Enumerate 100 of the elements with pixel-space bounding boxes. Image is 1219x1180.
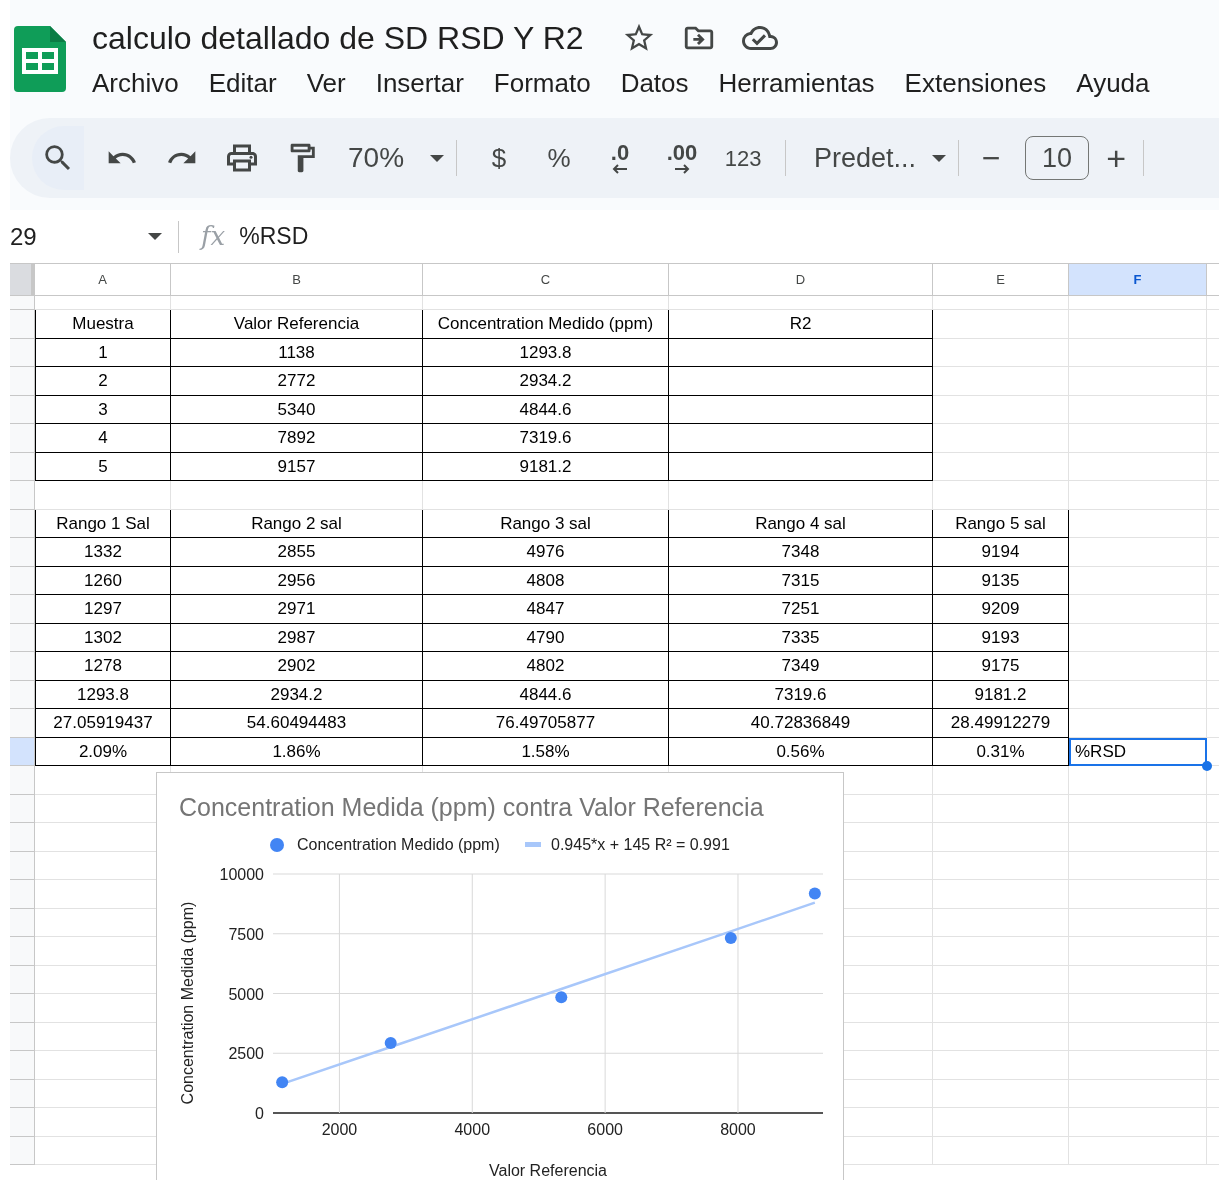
menu-item[interactable]: Ayuda <box>1076 64 1150 103</box>
decrease-decimals-button[interactable]: .0 <box>589 134 652 182</box>
table-cell: 1.86% <box>171 737 423 766</box>
currency-button[interactable]: $ <box>469 134 530 182</box>
spreadsheet-logo-icon[interactable] <box>14 26 66 94</box>
row-header[interactable] <box>10 937 35 966</box>
row-header[interactable] <box>10 310 35 339</box>
table-cell: 4808 <box>423 566 669 595</box>
row-header[interactable] <box>10 794 35 823</box>
grid-cell[interactable] <box>669 367 933 396</box>
row-header[interactable] <box>10 1022 35 1051</box>
row-header[interactable] <box>10 908 35 937</box>
row-header[interactable] <box>10 595 35 624</box>
row-header[interactable] <box>10 823 35 852</box>
row-header[interactable] <box>10 1108 35 1137</box>
grid-cell[interactable] <box>669 395 933 424</box>
formula-field[interactable]: %RSD <box>239 219 309 254</box>
y-tick-label: 2500 <box>228 1045 264 1063</box>
row-header[interactable] <box>10 880 35 909</box>
row-header[interactable] <box>10 965 35 994</box>
row-header[interactable] <box>10 709 35 738</box>
table-cell: 2 <box>35 367 171 396</box>
row-header[interactable] <box>10 538 35 567</box>
table-cell: 27.05919437 <box>35 709 171 738</box>
menu-item[interactable]: Insertar <box>375 64 464 103</box>
row-header[interactable] <box>10 851 35 880</box>
table-cell: 2934.2 <box>171 680 423 709</box>
menu-item[interactable]: Archivo <box>92 64 179 103</box>
table-cell: 4790 <box>423 623 669 652</box>
y-tick-label: 0 <box>255 1105 264 1122</box>
table-cell: 7349 <box>669 652 933 681</box>
decrease-font-size-button[interactable]: − <box>971 134 1012 182</box>
chart-title: Concentration Medida (ppm) contra Valor Referencia <box>179 793 764 821</box>
font-size-field[interactable]: 10 <box>1025 136 1090 180</box>
row-header[interactable] <box>10 1079 35 1108</box>
menu-item[interactable]: Ver <box>306 64 346 103</box>
fill-handle[interactable] <box>1202 761 1212 771</box>
row-header[interactable] <box>10 1051 35 1080</box>
table-cell: 9193 <box>933 623 1069 652</box>
row-header[interactable] <box>10 395 35 424</box>
table-cell: 7319.6 <box>423 424 669 453</box>
table-cell: 4844.6 <box>423 395 669 424</box>
table-cell: 2772 <box>171 367 423 396</box>
row-header[interactable] <box>10 652 35 681</box>
name-box[interactable]: 29 <box>10 218 168 255</box>
row-header[interactable] <box>10 766 35 795</box>
table-cell: Concentration Medido (ppm) <box>423 310 669 339</box>
row-header[interactable] <box>10 367 35 396</box>
increase-decimals-button[interactable]: .00 <box>651 134 714 182</box>
table-cell: 28.49912279 <box>933 709 1069 738</box>
table-cell: 1293.8 <box>35 680 171 709</box>
table-cell: 7348 <box>669 538 933 567</box>
row-header[interactable] <box>10 623 35 652</box>
menu-item[interactable]: Editar <box>208 64 277 103</box>
table-cell: 0.56% <box>669 737 933 766</box>
table-cell: Rango 2 sal <box>171 509 423 538</box>
row-header[interactable] <box>10 994 35 1023</box>
table-cell: 2855 <box>171 538 423 567</box>
number-format-button[interactable]: 123 <box>713 134 774 182</box>
percent-button[interactable]: % <box>529 134 590 182</box>
row-header[interactable] <box>10 296 35 310</box>
row-header[interactable] <box>10 424 35 453</box>
increase-font-size-button[interactable]: + <box>1089 134 1144 182</box>
y-axis-title: Concentration Medida (ppm) <box>179 901 196 1105</box>
search-button[interactable] <box>32 126 84 190</box>
select-all-corner[interactable] <box>10 264 35 295</box>
zoom-select[interactable]: 70% <box>332 134 445 182</box>
selected-cell[interactable]: %RSD <box>1069 737 1207 766</box>
menu-item[interactable]: Extensiones <box>904 64 1047 103</box>
row-header[interactable] <box>10 481 35 510</box>
table-cell: Rango 1 Sal <box>35 509 171 538</box>
table-cell: 9135 <box>933 566 1069 595</box>
menu-item[interactable]: Herramientas <box>718 64 875 103</box>
caret-icon <box>148 233 162 240</box>
document-title[interactable]: calculo detallado de SD RSD Y R2 <box>92 14 584 62</box>
row-header[interactable] <box>10 509 35 538</box>
table-cell: 4802 <box>423 652 669 681</box>
table-cell: 2971 <box>171 595 423 624</box>
table-cell: 4844.6 <box>423 680 669 709</box>
row-header[interactable] <box>10 452 35 481</box>
caret-icon <box>932 154 947 162</box>
table-cell: 1297 <box>35 595 171 624</box>
table-cell: 4 <box>35 424 171 453</box>
menu-item[interactable]: Datos <box>620 64 689 103</box>
grid-cell[interactable] <box>669 424 933 453</box>
legend-label: Concentration Medido (ppm) <box>297 836 500 853</box>
grid-cell[interactable] <box>669 452 933 481</box>
row-header[interactable] <box>10 680 35 709</box>
column-header[interactable]: F <box>1069 264 1207 295</box>
menu-item[interactable]: Formato <box>493 64 591 103</box>
table-cell: 2.09% <box>35 737 171 766</box>
row-header[interactable] <box>10 338 35 367</box>
font-select[interactable]: Predet... <box>798 134 947 182</box>
row-header[interactable] <box>10 1136 35 1165</box>
data-point <box>724 932 737 945</box>
data-point <box>276 1076 289 1089</box>
grid-cell[interactable] <box>669 338 933 367</box>
row-header[interactable] <box>10 566 35 595</box>
table-cell: Rango 4 sal <box>669 509 933 538</box>
row-header[interactable] <box>10 737 35 766</box>
